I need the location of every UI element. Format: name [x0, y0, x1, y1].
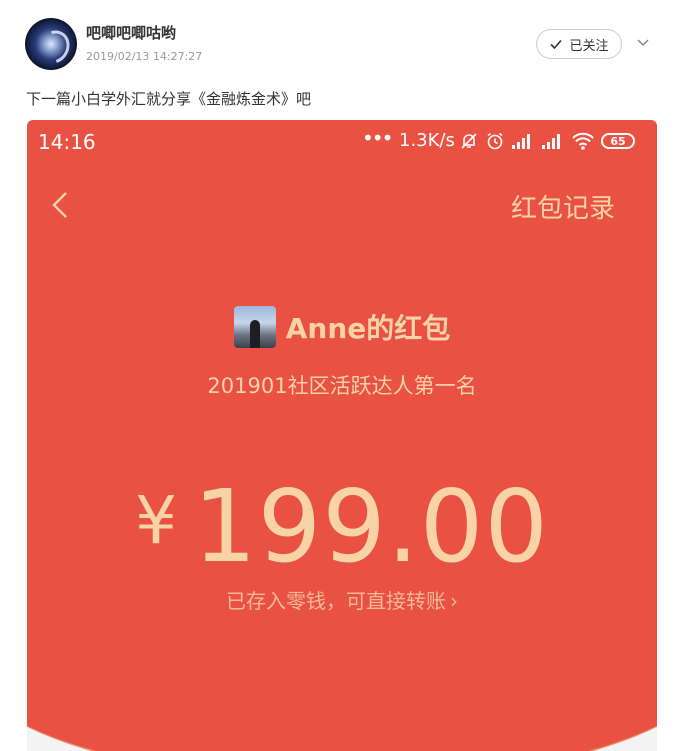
red-packet-amount: ¥199.00 [27, 468, 657, 585]
alarm-icon [487, 132, 503, 150]
chevron-down-icon[interactable] [636, 38, 650, 48]
follow-button[interactable]: 已关注 [536, 29, 622, 59]
sender-avatar [233, 306, 276, 348]
mute-bell-icon [461, 133, 477, 149]
chevron-right-icon: › [450, 589, 458, 613]
red-packet-message: 201901社区活跃达人第一名 [207, 374, 477, 398]
sender-row: Anne的红包 [27, 306, 657, 348]
phone-status-bar: 14:16 ••• 1.3K/s 65 [27, 120, 657, 164]
battery-icon: 65 [601, 133, 635, 149]
username[interactable]: 吧唧吧唧咕哟 [86, 22, 176, 43]
red-packet-records-link[interactable]: 红包记录 [511, 188, 615, 225]
follow-label: 已关注 [569, 38, 609, 54]
user-avatar[interactable] [25, 18, 77, 70]
signal-icon [512, 134, 530, 149]
network-speed: 1.3K/s [399, 130, 455, 151]
check-icon [550, 39, 563, 50]
weibo-post-card: 吧唧吧唧咕哟 2019/02/13 14:27:27 已关注 下一篇小白学外汇就… [0, 0, 684, 751]
post-text: 下一篇小白学外汇就分享《金融炼金术》吧 [26, 90, 312, 108]
deposit-note-text: 已存入零钱，可直接转账 [226, 589, 446, 613]
sender-name: Anne的红包 [285, 312, 451, 345]
post-timestamp: 2019/02/13 14:27:27 [86, 50, 203, 63]
currency-symbol: ¥ [135, 482, 178, 559]
signal-icon [542, 134, 560, 149]
wifi-icon [572, 132, 594, 150]
amount-value: 199.00 [193, 468, 549, 585]
post-image[interactable]: 14:16 ••• 1.3K/s 65 红包记录 Anne的红包 201901社… [27, 120, 657, 751]
deposit-note-link[interactable]: 已存入零钱，可直接转账 › [27, 585, 657, 614]
status-time: 14:16 [38, 130, 96, 154]
back-chevron-icon[interactable] [49, 190, 71, 220]
status-icons: 65 [459, 130, 635, 152]
status-dots: ••• [362, 126, 393, 150]
